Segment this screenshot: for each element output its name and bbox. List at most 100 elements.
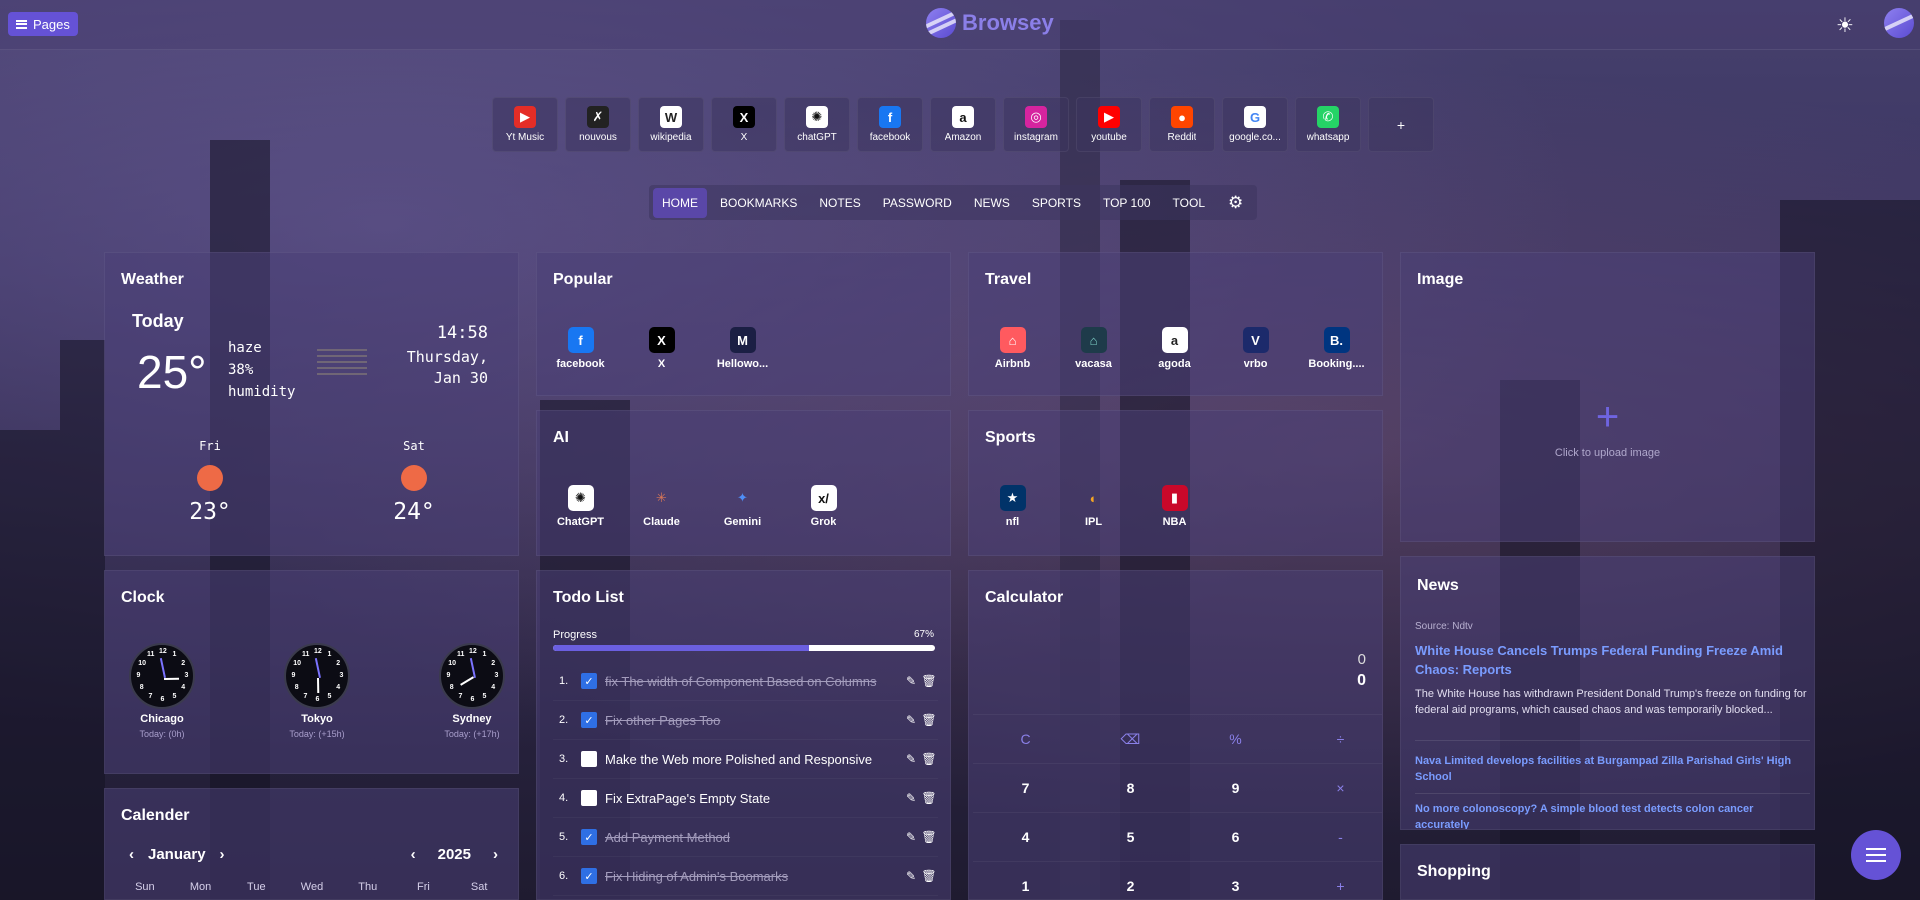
trash-icon[interactable]: 🗑	[920, 830, 938, 844]
pages-button[interactable]: Pages	[8, 12, 78, 36]
shortcut-tile[interactable]: ✆ whatsapp	[1295, 97, 1361, 152]
todo-checkbox[interactable]	[581, 790, 597, 806]
calc-key[interactable]: 7	[973, 763, 1078, 812]
shortcut-tile[interactable]: ✺ chatGPT	[784, 97, 850, 152]
ai-title: AI	[553, 429, 569, 446]
shortcut-label: chatGPT	[797, 132, 837, 143]
tab-sports[interactable]: SPORTS	[1023, 188, 1090, 218]
tab-bookmarks[interactable]: BOOKMARKS	[711, 188, 806, 218]
calc-key[interactable]: 8	[1078, 763, 1183, 812]
shortcut-tile[interactable]: XX	[711, 97, 777, 152]
shortcut-tile[interactable]: ● Reddit	[1149, 97, 1215, 152]
shortcut-tile[interactable]: ◎ instagram	[1003, 97, 1069, 152]
calc-key[interactable]: +	[1288, 861, 1382, 899]
clock-numeral: 2	[336, 660, 341, 667]
tab-notes[interactable]: NOTES	[810, 188, 869, 218]
ai-tile[interactable]: ✳ Claude	[632, 485, 691, 528]
news-link[interactable]: Nava Limited develops facilities at Burg…	[1415, 753, 1810, 785]
popular-tile[interactable]: XX	[632, 327, 691, 370]
news-headline-link[interactable]: White House Cancels Trumps Federal Fundi…	[1415, 641, 1805, 679]
calc-key[interactable]: 1	[973, 861, 1078, 899]
shortcut-label: instagram	[1014, 132, 1058, 143]
shortcut-tile[interactable]: ▶ youtube	[1076, 97, 1142, 152]
sports-tile[interactable]: ◐ IPL	[1064, 485, 1123, 529]
image-panel[interactable]: Image + Click to upload image	[1400, 252, 1815, 542]
edit-icon[interactable]: ✎	[902, 869, 920, 883]
trash-icon[interactable]: 🗑	[920, 674, 938, 688]
shortcut-tile[interactable]: ▶ Yt Music	[492, 97, 558, 152]
trash-icon[interactable]: 🗑	[920, 752, 938, 766]
edit-icon[interactable]: ✎	[902, 713, 920, 727]
chevron-left-icon[interactable]: ‹	[129, 846, 134, 863]
weekday-label: Mon	[189, 881, 212, 893]
travel-tile[interactable]: B. Booking....	[1307, 327, 1366, 370]
edit-icon[interactable]: ✎	[902, 791, 920, 805]
calc-key[interactable]: ⌫	[1078, 714, 1183, 763]
ai-tile[interactable]: ✺ ChatGPT	[551, 485, 610, 528]
tab-home[interactable]: HOME	[653, 187, 707, 218]
calc-key[interactable]: %	[1183, 714, 1288, 763]
upload-plus-icon[interactable]: +	[1401, 397, 1814, 437]
edit-icon[interactable]: ✎	[902, 674, 920, 688]
news-link[interactable]: No more colonoscopy? A simple blood test…	[1415, 801, 1810, 829]
trash-icon[interactable]: 🗑	[920, 869, 938, 883]
shortcut-tile[interactable]: Wwikipedia	[638, 97, 704, 152]
ai-tile[interactable]: x/Grok	[794, 485, 853, 528]
travel-tile[interactable]: ⌂ Airbnb	[983, 327, 1042, 370]
chevron-left-icon[interactable]: ‹	[411, 846, 416, 863]
trash-icon[interactable]: 🗑	[920, 713, 938, 727]
todo-checkbox[interactable]	[581, 751, 597, 767]
calculator-previous-value: 0	[1357, 651, 1366, 668]
chevron-right-icon[interactable]: ›	[220, 846, 225, 863]
shortcut-tile[interactable]: a Amazon	[930, 97, 996, 152]
brand[interactable]: Browsey	[926, 8, 1054, 38]
todo-checkbox[interactable]: ✓	[581, 868, 597, 884]
tab-top-100[interactable]: TOP 100	[1094, 188, 1160, 218]
calc-key[interactable]: ÷	[1288, 714, 1382, 763]
popular-tile[interactable]: f facebook	[551, 327, 610, 370]
calc-key[interactable]: 6	[1183, 812, 1288, 861]
avatar[interactable]	[1884, 8, 1914, 38]
edit-icon[interactable]: ✎	[902, 752, 920, 766]
weather-time: 14:58	[436, 323, 488, 343]
calc-key[interactable]: 4	[973, 812, 1078, 861]
sun-icon	[197, 465, 223, 491]
trash-icon[interactable]: 🗑	[920, 791, 938, 805]
popular-tile[interactable]: M Hellowo...	[713, 327, 772, 370]
calc-key[interactable]: C	[973, 714, 1078, 763]
calc-key[interactable]: 3	[1183, 861, 1288, 899]
shortcut-tile[interactable]: f facebook	[857, 97, 923, 152]
chevron-right-icon[interactable]: ›	[493, 846, 498, 863]
news-source: Source: Ndtv	[1415, 621, 1473, 632]
calc-key[interactable]: -	[1288, 812, 1382, 861]
todo-checkbox[interactable]: ✓	[581, 673, 597, 689]
travel-tile[interactable]: ⌂ vacasa	[1064, 327, 1123, 370]
calc-key[interactable]: 9	[1183, 763, 1288, 812]
calendar-month-selector: ‹ January ›	[129, 846, 225, 863]
tab-tool[interactable]: TOOL	[1164, 188, 1214, 218]
travel-tile[interactable]: a agoda	[1145, 327, 1204, 370]
todo-checkbox[interactable]: ✓	[581, 712, 597, 728]
shortcut-tile[interactable]: Ggoogle.co...	[1222, 97, 1288, 152]
calc-key[interactable]: 2	[1078, 861, 1183, 899]
tab-news[interactable]: NEWS	[965, 188, 1019, 218]
clock-numeral: 9	[136, 672, 141, 679]
clock-numeral: 7	[148, 692, 153, 700]
theme-toggle-sun-icon[interactable]: ☀	[1836, 13, 1854, 38]
calculator-display: 0	[1357, 672, 1366, 689]
tab-password[interactable]: PASSWORD	[874, 188, 961, 218]
ai-tile[interactable]: ✦ Gemini	[713, 485, 772, 528]
floating-menu-button[interactable]	[1851, 830, 1901, 880]
edit-icon[interactable]: ✎	[902, 830, 920, 844]
todo-checkbox[interactable]: ✓	[581, 829, 597, 845]
travel-tile[interactable]: Vvrbo	[1226, 327, 1285, 370]
calc-key[interactable]: 5	[1078, 812, 1183, 861]
gear-icon[interactable]: ⚙	[1218, 193, 1253, 213]
clock-numeral: 11	[147, 651, 155, 659]
calc-key[interactable]: ×	[1288, 763, 1382, 812]
shortcut-label: nouvous	[579, 132, 617, 143]
sports-tile[interactable]: ★ nfl	[983, 485, 1042, 528]
add-shortcut-button[interactable]: +	[1368, 97, 1434, 152]
sports-tile[interactable]: ▮ NBA	[1145, 485, 1204, 528]
shortcut-tile[interactable]: ✗ nouvous	[565, 97, 631, 152]
